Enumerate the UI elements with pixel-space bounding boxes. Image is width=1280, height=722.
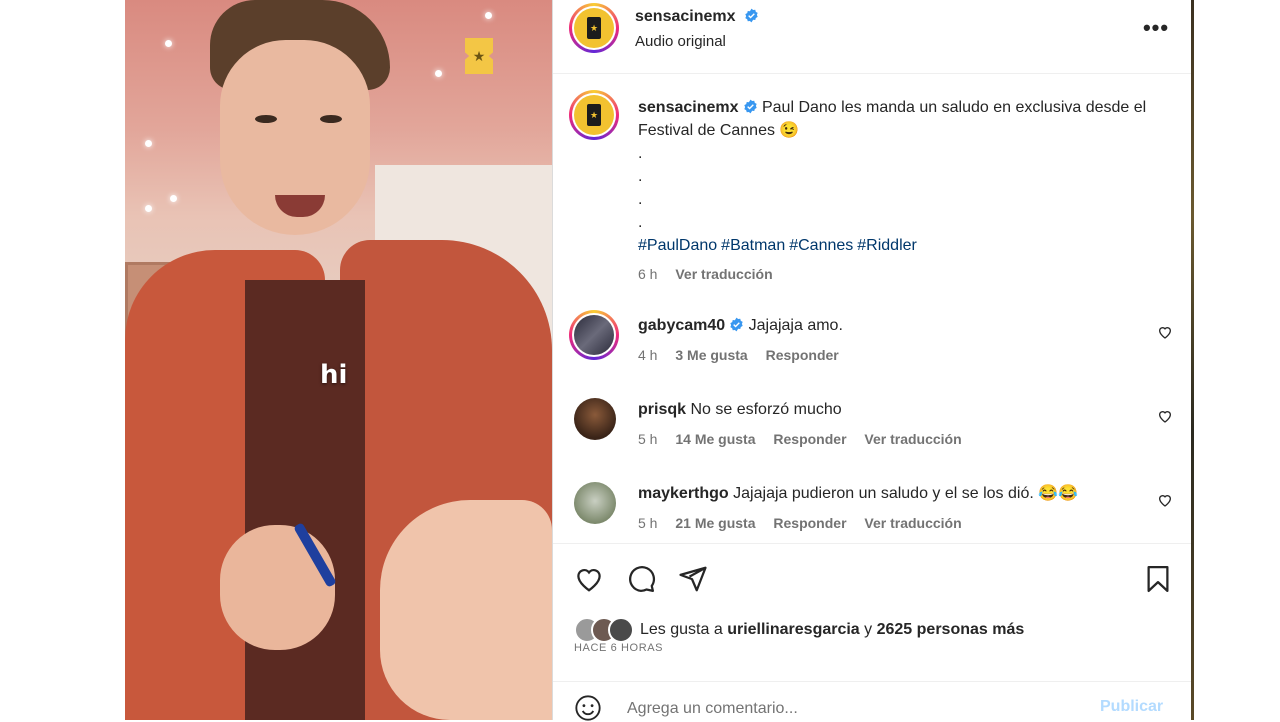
reply-button[interactable]: Responder bbox=[766, 347, 839, 363]
hashtag-link[interactable]: #PaulDano bbox=[638, 237, 717, 254]
comment-input[interactable] bbox=[625, 696, 1079, 722]
comment-likes[interactable]: 21 Me gusta bbox=[675, 515, 755, 531]
comment-likes[interactable]: 14 Me gusta bbox=[675, 431, 755, 447]
translate-button[interactable]: Ver traducción bbox=[864, 431, 961, 447]
commenter-avatar[interactable] bbox=[574, 482, 616, 524]
caption-dot: . bbox=[638, 214, 643, 231]
commenter-username[interactable]: prisqk bbox=[638, 401, 686, 418]
bookmark-icon[interactable] bbox=[1143, 564, 1173, 594]
post-timestamp[interactable]: HACE 6 HORAS bbox=[574, 642, 663, 654]
comment-time[interactable]: 5 h bbox=[638, 515, 657, 531]
hashtag-list: #PaulDano #Batman #Cannes #Riddler bbox=[638, 234, 1168, 257]
share-icon[interactable] bbox=[678, 564, 708, 594]
caption-dot: . bbox=[638, 145, 643, 162]
likes-joiner: y bbox=[864, 621, 873, 638]
reel-video[interactable]: ★ hi bbox=[125, 0, 552, 720]
caption-author-avatar[interactable]: ★ bbox=[569, 90, 619, 140]
add-comment-bar: Publicar bbox=[553, 681, 1191, 722]
caption-dot: . bbox=[638, 191, 643, 208]
comment-item: gabycam40 Jajajaja amo. 4 h 3 Me gusta R… bbox=[553, 310, 1191, 386]
comment-likes[interactable]: 3 Me gusta bbox=[675, 347, 747, 363]
verified-badge-icon bbox=[730, 317, 743, 332]
commenter-avatar[interactable] bbox=[569, 310, 619, 360]
commenter-username[interactable]: maykerthgo bbox=[638, 485, 729, 502]
post-actions: Les gusta a uriellinaresgarcia y 2625 pe… bbox=[553, 543, 1191, 722]
post-time[interactable]: 6 h bbox=[638, 266, 657, 282]
author-avatar[interactable]: ★ bbox=[569, 3, 619, 53]
comment-text: Jajajaja amo. bbox=[748, 317, 843, 334]
translate-button[interactable]: Ver traducción bbox=[675, 266, 772, 282]
hashtag-link[interactable]: #Batman bbox=[721, 237, 785, 254]
translate-button[interactable]: Ver traducción bbox=[864, 515, 961, 531]
like-comment-heart-icon[interactable] bbox=[1157, 408, 1173, 424]
likes-count[interactable]: 2625 personas más bbox=[877, 621, 1025, 638]
commenter-avatar[interactable] bbox=[574, 398, 616, 440]
verified-badge-icon bbox=[745, 8, 758, 23]
author-username[interactable]: sensacinemx bbox=[635, 8, 736, 25]
publish-button[interactable]: Publicar bbox=[1100, 698, 1163, 716]
commenter-username[interactable]: gabycam40 bbox=[638, 317, 725, 334]
post-caption: sensacinemx Paul Dano les manda un salud… bbox=[638, 96, 1168, 286]
caption-username[interactable]: sensacinemx bbox=[638, 99, 739, 116]
comment-time[interactable]: 5 h bbox=[638, 431, 657, 447]
hashtag-link[interactable]: #Riddler bbox=[857, 237, 917, 254]
like-comment-heart-icon[interactable] bbox=[1157, 324, 1173, 340]
reply-button[interactable]: Responder bbox=[773, 431, 846, 447]
liker-avatar[interactable] bbox=[608, 617, 634, 643]
reply-button[interactable]: Responder bbox=[773, 515, 846, 531]
comment-text: Jajajaja pudieron un saludo y el se los … bbox=[733, 485, 1079, 502]
emoji-icon[interactable] bbox=[574, 694, 602, 722]
ticket-logo-icon: ★ bbox=[587, 17, 601, 39]
likes-summary: Les gusta a uriellinaresgarcia y 2625 pe… bbox=[574, 617, 1024, 643]
post-header: ★ sensacinemx Audio original ••• bbox=[553, 0, 1191, 74]
ticket-logo-icon: ★ bbox=[587, 104, 601, 126]
ticket-sticker-icon: ★ bbox=[465, 38, 493, 74]
ellipsis-icon: ••• bbox=[1142, 15, 1170, 40]
page-backdrop-left bbox=[0, 0, 125, 720]
video-caption: hi bbox=[320, 360, 348, 390]
likes-prefix: Les gusta a bbox=[640, 621, 723, 638]
comment-item: prisqk No se esforzó mucho 5 h 14 Me gus… bbox=[553, 398, 1191, 470]
like-comment-heart-icon[interactable] bbox=[1157, 492, 1173, 508]
heart-icon[interactable] bbox=[574, 564, 604, 594]
post-panel: ★ sensacinemx Audio original ••• ★ sensa… bbox=[552, 0, 1191, 722]
comment-icon[interactable] bbox=[626, 564, 656, 594]
audio-label[interactable]: Audio original bbox=[635, 33, 726, 50]
comment-text: No se esforzó mucho bbox=[690, 401, 842, 418]
comment-time[interactable]: 4 h bbox=[638, 347, 657, 363]
more-options-button[interactable]: ••• bbox=[1142, 15, 1170, 40]
page-backdrop-right bbox=[1190, 0, 1280, 720]
liker-username[interactable]: uriellinaresgarcia bbox=[727, 621, 860, 638]
verified-badge-icon bbox=[743, 99, 757, 114]
hashtag-link[interactable]: #Cannes bbox=[789, 237, 853, 254]
caption-dot: . bbox=[638, 168, 643, 185]
